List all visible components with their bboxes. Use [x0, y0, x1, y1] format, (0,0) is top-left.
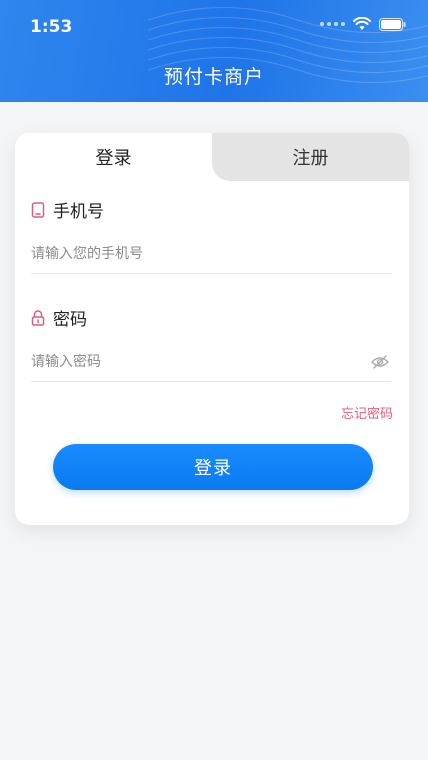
login-button[interactable]: 登录 [53, 444, 373, 490]
header: 1:53 预付卡商户 [0, 0, 428, 102]
tab-login[interactable]: 登录 [15, 133, 212, 181]
tab-register[interactable]: 注册 [212, 133, 409, 181]
eye-hidden-icon[interactable] [371, 354, 389, 369]
battery-icon [379, 17, 406, 31]
wifi-icon [353, 17, 371, 31]
signal-icon [320, 22, 345, 26]
status-icons [320, 17, 406, 31]
auth-tabs: 登录 注册 [15, 133, 409, 181]
password-label-text: 密码 [53, 310, 87, 330]
lock-icon [31, 309, 45, 326]
phone-label-text: 手机号 [53, 202, 104, 222]
login-card: 登录 注册 手机号 密码 [15, 133, 409, 525]
status-time: 1:53 [30, 17, 73, 37]
phone-input-wrap [31, 235, 391, 274]
status-bar: 1:53 [0, 0, 428, 50]
phone-field-label: 手机号 [31, 197, 104, 222]
forgot-password-link[interactable]: 忘记密码 [341, 403, 393, 422]
phone-input[interactable] [31, 235, 351, 273]
password-field-label: 密码 [31, 305, 87, 330]
phone-icon [31, 201, 45, 218]
password-input-wrap [31, 343, 391, 382]
password-input[interactable] [31, 343, 351, 381]
page-title: 预付卡商户 [163, 66, 264, 88]
